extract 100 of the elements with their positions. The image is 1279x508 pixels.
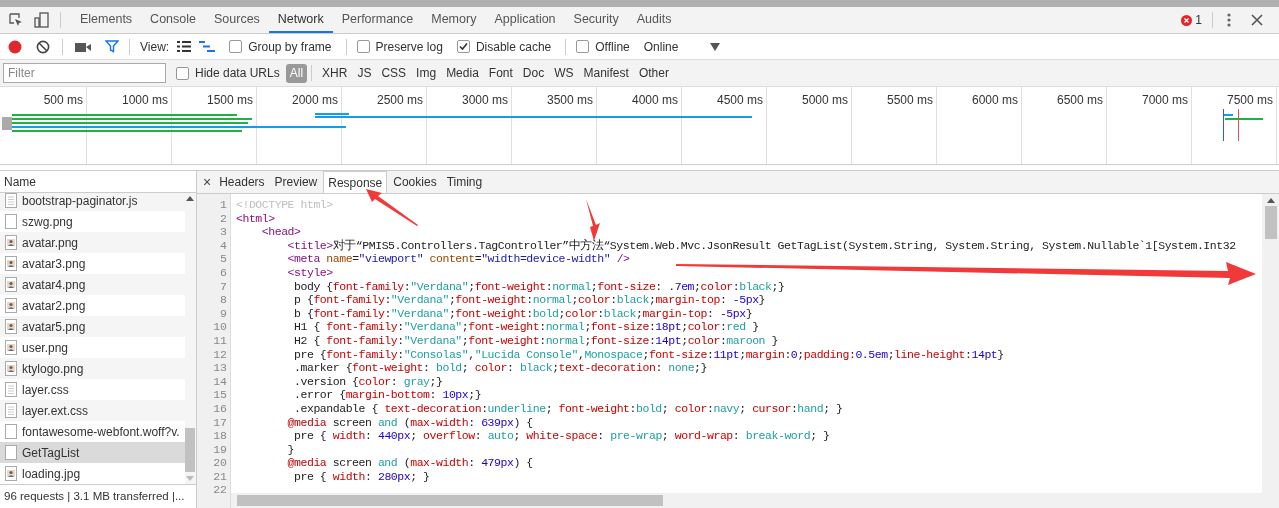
code-token: break-word bbox=[745, 429, 811, 443]
code-token: @media bbox=[287, 415, 327, 430]
code-token: color bbox=[577, 293, 611, 307]
code-token: <title> bbox=[287, 238, 333, 253]
scroll-up-icon[interactable] bbox=[1266, 198, 1275, 203]
code-token: font-weight bbox=[474, 279, 546, 294]
line-number: 12 bbox=[213, 347, 227, 362]
panel-tab[interactable]: Network bbox=[268, 7, 333, 33]
code-token: "Verdana" bbox=[403, 320, 462, 334]
detail-tab[interactable]: Response bbox=[323, 171, 388, 193]
list-view-icon[interactable] bbox=[177, 41, 192, 52]
type-filter[interactable]: Manifest bbox=[579, 63, 633, 83]
code-token: : bbox=[732, 279, 740, 294]
image-file-icon bbox=[5, 298, 17, 313]
type-filter[interactable]: JS bbox=[353, 63, 376, 83]
code-token: ; } bbox=[410, 469, 430, 484]
filter-field[interactable]: Filter bbox=[3, 63, 166, 83]
code-token: color bbox=[674, 401, 707, 416]
code-token: width bbox=[332, 429, 366, 443]
image-file-icon bbox=[5, 235, 17, 250]
scroll-thumb[interactable] bbox=[237, 495, 663, 506]
horizontal-scrollbar[interactable] bbox=[231, 493, 1262, 508]
checkbox[interactable] bbox=[356, 40, 370, 53]
type-filter[interactable]: Media bbox=[442, 63, 483, 83]
type-filter[interactable]: Font bbox=[484, 63, 517, 83]
clear-icon[interactable] bbox=[36, 39, 50, 54]
scroll-thumb[interactable] bbox=[1264, 206, 1277, 239]
close-button[interactable]: × bbox=[201, 171, 214, 193]
filter-icon[interactable] bbox=[105, 40, 119, 53]
request-row[interactable]: GetTagList bbox=[0, 442, 185, 463]
panel-tab[interactable]: Memory bbox=[422, 7, 486, 33]
type-filter[interactable]: Doc bbox=[518, 63, 549, 83]
code-token: ; bbox=[571, 293, 578, 307]
code-token: ;} bbox=[694, 361, 707, 375]
type-filter[interactable]: Img bbox=[412, 63, 441, 83]
panel-tab[interactable]: Performance bbox=[332, 7, 423, 33]
request-row[interactable]: avatar5.png bbox=[0, 316, 185, 337]
device-icon[interactable] bbox=[34, 12, 50, 28]
more-icon[interactable] bbox=[1227, 13, 1231, 27]
code-token: none bbox=[668, 361, 695, 375]
type-filter[interactable]: XHR bbox=[318, 63, 352, 83]
code-token: ; bbox=[558, 306, 566, 321]
code-token: , bbox=[468, 347, 475, 362]
code-token: : bbox=[848, 347, 856, 362]
code-token: normal bbox=[552, 279, 591, 294]
type-filter[interactable]: WS bbox=[550, 63, 578, 83]
code-token: ; bbox=[694, 279, 701, 294]
detail-tab[interactable]: Cookies bbox=[389, 171, 441, 193]
code-token: ; bbox=[468, 279, 475, 294]
vertical-scrollbar[interactable] bbox=[1262, 194, 1279, 508]
scroll-thumb[interactable] bbox=[185, 428, 196, 472]
request-row[interactable]: ktylogo.png bbox=[0, 358, 185, 379]
detail-tab[interactable]: Headers bbox=[215, 171, 269, 193]
time-tick: 7500 ms bbox=[1226, 92, 1273, 109]
panel-tab[interactable]: Sources bbox=[205, 7, 269, 33]
panel-tab[interactable]: Audits bbox=[627, 7, 681, 33]
waterfall-view-icon[interactable] bbox=[199, 41, 216, 52]
code-token: black bbox=[603, 306, 636, 321]
record-icon[interactable] bbox=[8, 39, 22, 54]
dropdown-arrow-icon[interactable] bbox=[710, 42, 721, 51]
detail-tab[interactable]: Preview bbox=[270, 171, 322, 193]
code-token: : bbox=[526, 293, 533, 307]
code-token: : bbox=[648, 333, 656, 348]
type-filter[interactable]: Other bbox=[634, 63, 673, 83]
code-token: font-size bbox=[597, 279, 656, 294]
panel-tab[interactable]: Elements bbox=[71, 7, 142, 33]
code-token: word-wrap bbox=[674, 429, 733, 443]
code-token: and bbox=[377, 415, 398, 430]
request-name: fontawesome-webfont.woff?v. bbox=[22, 423, 180, 441]
detail-tab[interactable]: Timing bbox=[442, 171, 487, 193]
throttle-select[interactable]: Online bbox=[643, 37, 679, 56]
inspect-icon[interactable] bbox=[8, 12, 24, 28]
code-token: 14pt bbox=[655, 333, 682, 348]
code-token: font-family bbox=[313, 306, 385, 321]
request-row[interactable]: avatar4.png bbox=[0, 274, 185, 295]
code-token: } bbox=[287, 442, 295, 457]
checkbox[interactable] bbox=[456, 40, 470, 53]
camera-icon[interactable] bbox=[75, 40, 91, 53]
code-token: : bbox=[365, 469, 373, 484]
type-filter[interactable]: CSS bbox=[377, 63, 411, 83]
checkbox[interactable] bbox=[576, 40, 590, 53]
checkbox[interactable] bbox=[176, 66, 189, 80]
code-token: color bbox=[474, 361, 507, 375]
code-token: : bbox=[506, 361, 515, 375]
close-icon[interactable] bbox=[1251, 14, 1263, 26]
request-row[interactable]: layer.ext.css bbox=[0, 400, 185, 421]
scroll-up-icon[interactable] bbox=[186, 196, 195, 201]
line-number: 21 bbox=[213, 469, 227, 484]
code-token: : bbox=[965, 347, 972, 362]
code-token: : bbox=[474, 429, 483, 443]
request-row[interactable]: bootstrap-paginator.js bbox=[0, 193, 185, 211]
code-token: ; bbox=[448, 293, 456, 307]
code-token: : bbox=[468, 456, 476, 470]
panel-tab[interactable]: Application bbox=[485, 7, 565, 33]
panel-tab[interactable]: Security bbox=[564, 7, 628, 33]
checkbox[interactable] bbox=[229, 40, 243, 53]
code-token: -5px bbox=[732, 293, 759, 307]
request-row[interactable]: avatar.png bbox=[0, 232, 185, 253]
line-number: 20 bbox=[213, 456, 227, 470]
panel-tab[interactable]: Console bbox=[141, 7, 205, 33]
